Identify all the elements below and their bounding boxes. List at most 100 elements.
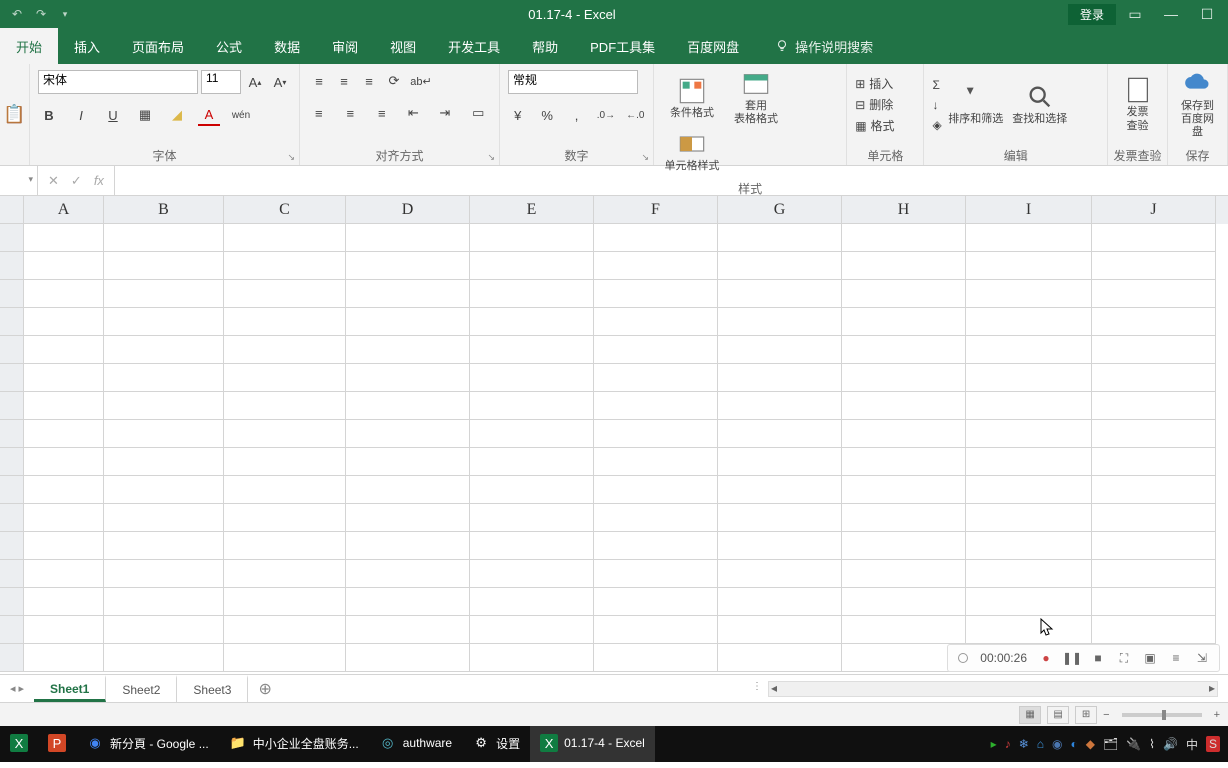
align-right-icon[interactable]: ≡ <box>371 102 393 124</box>
cell[interactable] <box>346 224 470 252</box>
fx-icon[interactable]: fx <box>94 173 104 188</box>
cell[interactable] <box>24 616 104 644</box>
cell[interactable] <box>470 560 594 588</box>
cell[interactable] <box>104 364 224 392</box>
cell[interactable] <box>346 560 470 588</box>
task-powerpoint-icon[interactable]: P <box>38 726 76 762</box>
cell[interactable] <box>718 532 842 560</box>
cell[interactable] <box>24 308 104 336</box>
cell[interactable] <box>718 336 842 364</box>
tray-power-icon[interactable]: 🔌 <box>1126 737 1141 751</box>
cell[interactable] <box>224 644 346 672</box>
indent-dec-icon[interactable]: ⇤ <box>403 102 425 124</box>
cell[interactable] <box>594 336 718 364</box>
task-excel-window[interactable]: X01.17-4 - Excel <box>530 726 655 762</box>
column-header[interactable]: E <box>470 196 594 224</box>
cell[interactable] <box>470 504 594 532</box>
cell[interactable] <box>24 532 104 560</box>
tray-icon[interactable]: ▸ <box>991 737 997 751</box>
tray-icon[interactable]: ◉ <box>1052 737 1062 751</box>
cell[interactable] <box>1092 252 1216 280</box>
cell[interactable] <box>224 308 346 336</box>
cell[interactable] <box>470 252 594 280</box>
cell[interactable] <box>24 560 104 588</box>
cell[interactable] <box>594 224 718 252</box>
cell[interactable] <box>718 476 842 504</box>
row-header[interactable] <box>0 588 24 616</box>
row-header[interactable] <box>0 224 24 252</box>
cell[interactable] <box>594 560 718 588</box>
align-center-icon[interactable]: ≡ <box>340 102 362 124</box>
cell[interactable] <box>346 532 470 560</box>
tab-baidu[interactable]: 百度网盘 <box>671 28 755 64</box>
cell[interactable] <box>1092 532 1216 560</box>
cell[interactable] <box>966 252 1092 280</box>
comma-icon[interactable]: , <box>567 104 586 126</box>
conditional-format-button[interactable]: 条件格式 <box>662 77 722 120</box>
fill-color-button[interactable]: ◢ <box>166 104 188 126</box>
tab-pdf[interactable]: PDF工具集 <box>574 28 671 64</box>
cell[interactable] <box>842 420 966 448</box>
tray-icon[interactable]: ♪ <box>1005 737 1011 751</box>
pause-button[interactable]: ❚❚ <box>1065 651 1079 665</box>
row-header[interactable] <box>0 532 24 560</box>
tab-data[interactable]: 数据 <box>258 28 316 64</box>
column-header[interactable]: G <box>718 196 842 224</box>
tell-me-search[interactable]: 操作说明搜索 <box>755 28 873 64</box>
cell[interactable] <box>1092 336 1216 364</box>
percent-icon[interactable]: % <box>537 104 556 126</box>
cell[interactable] <box>470 420 594 448</box>
list-icon[interactable]: ≡ <box>1169 651 1183 665</box>
font-name-select[interactable]: 宋体 <box>38 70 198 94</box>
cell[interactable] <box>104 280 224 308</box>
sheet-tab-2[interactable]: Sheet2 <box>106 675 177 702</box>
cell[interactable] <box>594 280 718 308</box>
row-header[interactable] <box>0 364 24 392</box>
cell[interactable] <box>718 364 842 392</box>
cell[interactable] <box>224 448 346 476</box>
cell[interactable] <box>24 644 104 672</box>
number-format-select[interactable]: 常规 <box>508 70 638 94</box>
page-layout-icon[interactable]: ▤ <box>1047 706 1069 724</box>
cell[interactable] <box>224 280 346 308</box>
cell[interactable] <box>1092 476 1216 504</box>
tab-layout[interactable]: 页面布局 <box>116 28 200 64</box>
cell[interactable] <box>470 476 594 504</box>
cell[interactable] <box>346 336 470 364</box>
fill-button[interactable]: ↓ <box>932 98 941 112</box>
cell[interactable] <box>224 420 346 448</box>
cell[interactable] <box>966 588 1092 616</box>
cell[interactable] <box>224 504 346 532</box>
cell[interactable] <box>104 616 224 644</box>
task-folder[interactable]: 📁中小企业全盘账务... <box>219 726 369 762</box>
system-tray[interactable]: ▸ ♪ ❄ ⌂ ◉ ◐ ◆ 🗂 🔌 ⌇ 🔊 中 S <box>991 736 1228 753</box>
cell[interactable] <box>594 252 718 280</box>
cell[interactable] <box>1092 560 1216 588</box>
cell[interactable] <box>966 336 1092 364</box>
cell[interactable] <box>470 364 594 392</box>
cell[interactable] <box>594 308 718 336</box>
cell[interactable] <box>346 644 470 672</box>
font-size-select[interactable]: 11 <box>201 70 241 94</box>
cell[interactable] <box>470 532 594 560</box>
cell[interactable] <box>842 476 966 504</box>
tray-sogou-icon[interactable]: S <box>1206 736 1220 752</box>
accept-formula-icon[interactable]: ✓ <box>71 173 82 189</box>
cell[interactable] <box>346 252 470 280</box>
cell[interactable] <box>842 616 966 644</box>
cell[interactable] <box>594 448 718 476</box>
grow-font-icon[interactable]: A▴ <box>244 71 266 93</box>
cell[interactable] <box>24 588 104 616</box>
cell[interactable] <box>966 280 1092 308</box>
cell[interactable] <box>1092 224 1216 252</box>
cell[interactable] <box>966 532 1092 560</box>
fullscreen-icon[interactable]: ⛶ <box>1117 651 1131 665</box>
cell[interactable] <box>224 336 346 364</box>
cell[interactable] <box>470 644 594 672</box>
tray-battery-icon[interactable]: 🗂 <box>1103 737 1118 751</box>
tray-volume-icon[interactable]: 🔊 <box>1163 737 1178 751</box>
find-select-button[interactable]: 查找和选择 <box>1010 83 1070 126</box>
cell[interactable] <box>718 504 842 532</box>
cell[interactable] <box>966 448 1092 476</box>
cell[interactable] <box>1092 616 1216 644</box>
